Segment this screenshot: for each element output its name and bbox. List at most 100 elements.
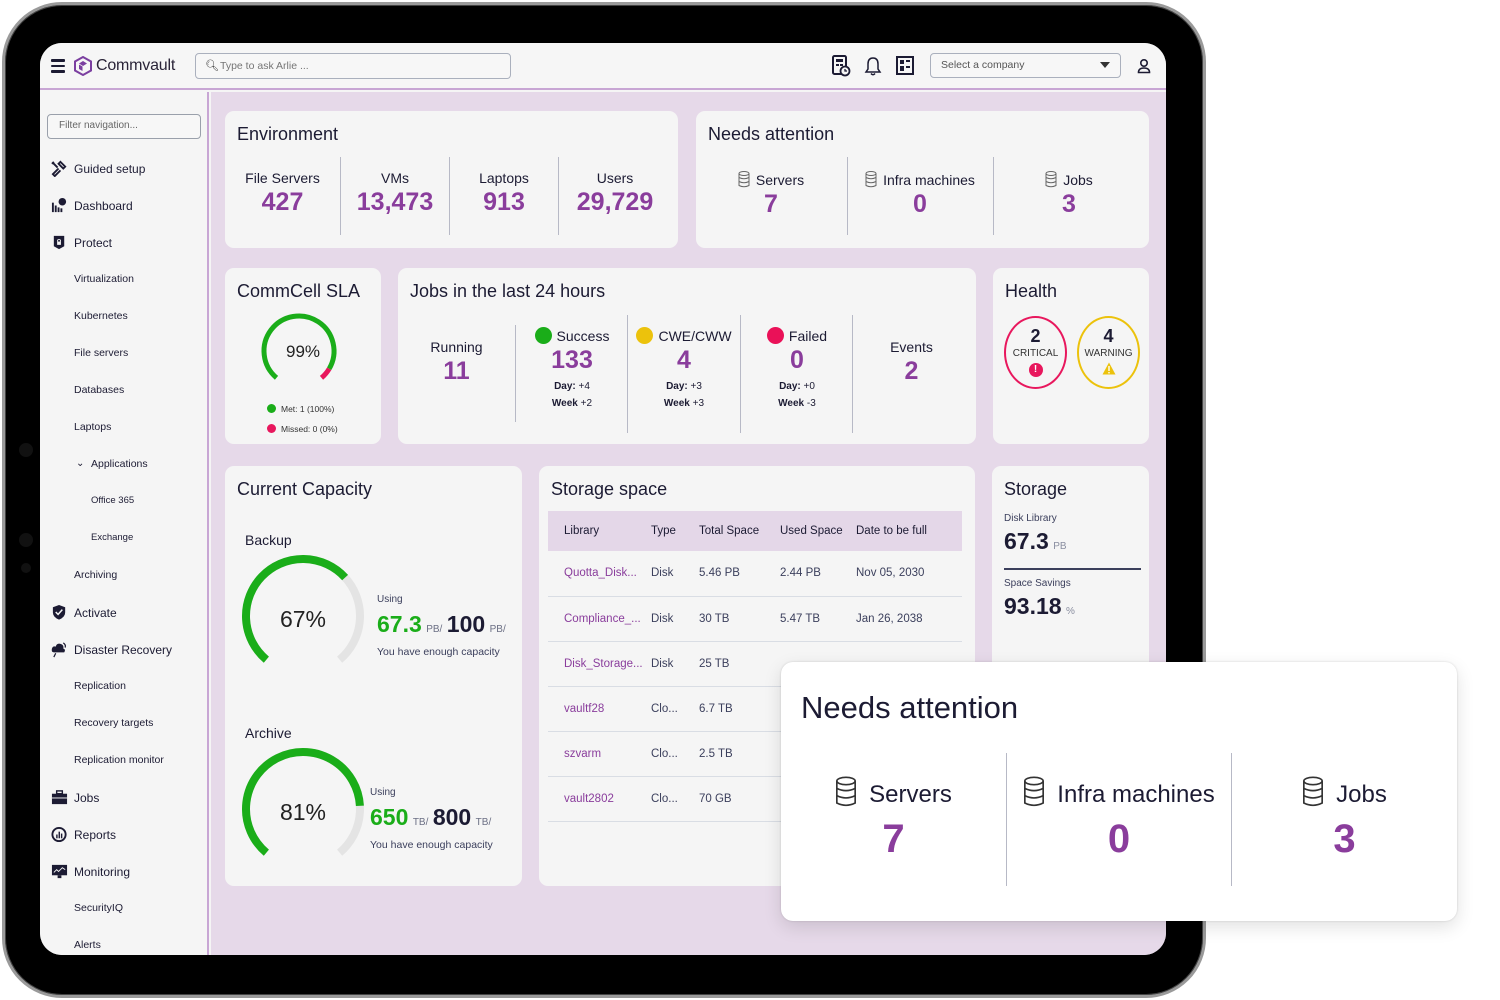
library-link[interactable]: szvarm — [548, 731, 651, 777]
ask-arlie-search[interactable]: 🔍︎ — [195, 53, 511, 79]
space-savings: 93.18 % — [1004, 593, 1075, 620]
dashboard-grid-icon[interactable] — [895, 55, 915, 77]
sidebar-item-label: Replication — [74, 680, 126, 692]
sidebar-item-protect[interactable]: Protect — [40, 234, 208, 254]
user-icon[interactable] — [1137, 58, 1151, 74]
company-select[interactable]: Select a company — [930, 53, 1121, 78]
sidebar-item-virtualization[interactable]: Virtualization — [40, 271, 208, 291]
library-link[interactable]: Disk_Storage... — [548, 641, 651, 687]
sidebar-item-label: Jobs — [74, 791, 100, 805]
database-icon — [836, 776, 857, 807]
env-stat-laptops[interactable]: Laptops 913 — [450, 170, 558, 217]
unit: PB — [1053, 541, 1067, 552]
table-cell: Disk — [651, 551, 699, 597]
sidebar-item-office-365[interactable]: Office 365 — [40, 493, 208, 513]
bell-icon[interactable] — [863, 55, 883, 77]
table-cell: 6.7 TB — [699, 686, 780, 732]
commcell-sla-card: CommCell SLA 99% Met: 1 (100%) Missed: 0… — [225, 268, 381, 444]
column-header[interactable]: Total Space — [699, 511, 780, 551]
sidebar-item-label: SecurityIQ — [74, 902, 124, 914]
column-header[interactable]: Type — [651, 511, 699, 551]
health-warning[interactable]: 4 WARNING — [1077, 316, 1140, 389]
shield-check-icon — [52, 604, 66, 620]
stat-label: Success — [556, 328, 610, 344]
env-stat-file-servers[interactable]: File Servers 427 — [225, 170, 340, 217]
stat-label: Jobs — [1336, 781, 1387, 808]
library-link[interactable]: vaultf28 — [548, 686, 651, 732]
column-header[interactable]: Date to be full — [856, 511, 962, 551]
callout-stat-jobs[interactable]: Jobs 3 — [1232, 776, 1457, 862]
sidebar-item-label: Activate — [74, 606, 117, 620]
jobs-failed[interactable]: Failed 0 Day: +0 Week -3 — [741, 327, 853, 409]
archive-total: 800 — [432, 804, 472, 830]
table-row[interactable]: Quotta_Disk... Disk 5.46 PB 2.44 PB Nov 05, … — [548, 551, 962, 597]
callout-title: Needs attention — [801, 690, 1019, 725]
column-header[interactable]: Library — [548, 511, 651, 551]
space-savings-label: Space Savings — [1004, 578, 1071, 589]
sidebar-item-exchange[interactable]: Exchange — [40, 530, 208, 550]
sidebar-item-jobs[interactable]: Jobs — [40, 789, 208, 809]
stat-value: 0 — [913, 190, 927, 218]
health-critical[interactable]: 2 CRITICAL ! — [1004, 316, 1067, 389]
search-input[interactable] — [220, 57, 500, 75]
environment-card: Environment File Servers 427 VMs 13,473 … — [225, 111, 678, 248]
column-header[interactable]: Used Space — [780, 511, 856, 551]
table-cell: 2.5 TB — [699, 731, 780, 777]
jobs-events[interactable]: Events 2 — [853, 339, 970, 386]
callout-stat-infra-machines[interactable]: Infra machines 0 — [1007, 776, 1231, 862]
hamburger-menu-icon[interactable] — [51, 59, 65, 73]
table-cell: 5.46 PB — [699, 551, 780, 597]
archive-percent: 81% — [279, 799, 327, 825]
backup-using-label: Using — [377, 594, 403, 605]
card-title: Storage space — [551, 479, 668, 499]
chevron-down-icon[interactable]: ⌄ — [76, 458, 84, 469]
sidebar-item-reports[interactable]: Reports — [40, 826, 208, 846]
warning-label: WARNING — [1084, 348, 1133, 359]
sidebar-item-replication[interactable]: Replication — [40, 678, 208, 698]
stat-value: 7 — [882, 817, 905, 861]
sidebar-item-disaster-recovery[interactable]: Disaster Recovery — [40, 641, 208, 661]
sidebar-item-securityiq[interactable]: SecurityIQ — [40, 900, 208, 920]
stat-value: 0 — [790, 346, 804, 374]
sidebar-item-laptops[interactable]: Laptops — [40, 419, 208, 439]
sidebar-item-databases[interactable]: Databases — [40, 382, 208, 402]
attention-stat-jobs[interactable]: Jobs 3 — [994, 171, 1144, 219]
sidebar-item-label: Monitoring — [74, 865, 131, 879]
sidebar-item-guided-setup[interactable]: Guided setup — [40, 160, 208, 180]
stat-value: 133 — [551, 346, 593, 374]
sidebar-item-alerts[interactable]: Alerts — [40, 937, 208, 955]
sidebar-item-monitoring[interactable]: Monitoring — [40, 863, 208, 883]
attention-stat-servers[interactable]: Servers 7 — [696, 171, 846, 219]
attention-stat-infra-machines[interactable]: Infra machines 0 — [848, 171, 992, 219]
env-stat-users[interactable]: Users 29,729 — [559, 170, 671, 217]
warning-triangle-icon — [1102, 362, 1115, 375]
table-cell: Clo... — [651, 731, 699, 777]
library-link[interactable]: Quotta_Disk... — [548, 551, 651, 597]
failed-dot-icon — [766, 327, 784, 344]
table-cell: Clo... — [651, 686, 699, 732]
callout-stat-servers[interactable]: Servers 7 — [781, 776, 1006, 862]
stat-label: Laptops — [479, 170, 529, 186]
library-link[interactable]: vault2802 — [548, 776, 651, 822]
env-stat-vms[interactable]: VMs 13,473 — [341, 170, 449, 217]
calculator-clock-icon[interactable] — [831, 55, 851, 77]
sidebar-item-file-servers[interactable]: File servers — [40, 345, 208, 365]
sidebar-item-activate[interactable]: Activate — [40, 604, 208, 624]
sidebar-item-label: Laptops — [74, 421, 112, 433]
jobs-success[interactable]: Success 133 Day: +4 Week +2 — [516, 327, 628, 409]
critical-alert-icon: ! — [1028, 363, 1043, 377]
sidebar-item-recovery-targets[interactable]: Recovery targets — [40, 715, 208, 735]
company-select-value: Select a company — [941, 59, 1025, 71]
filter-navigation-input[interactable]: Filter navigation... — [47, 114, 201, 139]
sidebar-item-replication-monitor[interactable]: Replication monitor — [40, 752, 208, 772]
library-link[interactable]: Compliance_... — [548, 596, 651, 642]
sidebar-item-kubernetes[interactable]: Kubernetes — [40, 308, 208, 328]
sidebar-item-archiving[interactable]: Archiving — [40, 567, 208, 587]
sidebar-item-dashboard[interactable]: Dashboard — [40, 197, 208, 217]
jobs-cwe-cww[interactable]: CWE/CWW 4 Day: +3 Week +3 — [628, 327, 740, 409]
table-row[interactable]: Compliance_... Disk 30 TB 5.47 TB Jan 26, 20… — [548, 596, 962, 642]
archive-using-label: Using — [370, 787, 396, 798]
sidebar-item-applications[interactable]: ⌄ Applications — [40, 456, 208, 476]
stat-value: 3 — [1333, 817, 1356, 861]
jobs-running[interactable]: Running 11 — [398, 339, 515, 386]
